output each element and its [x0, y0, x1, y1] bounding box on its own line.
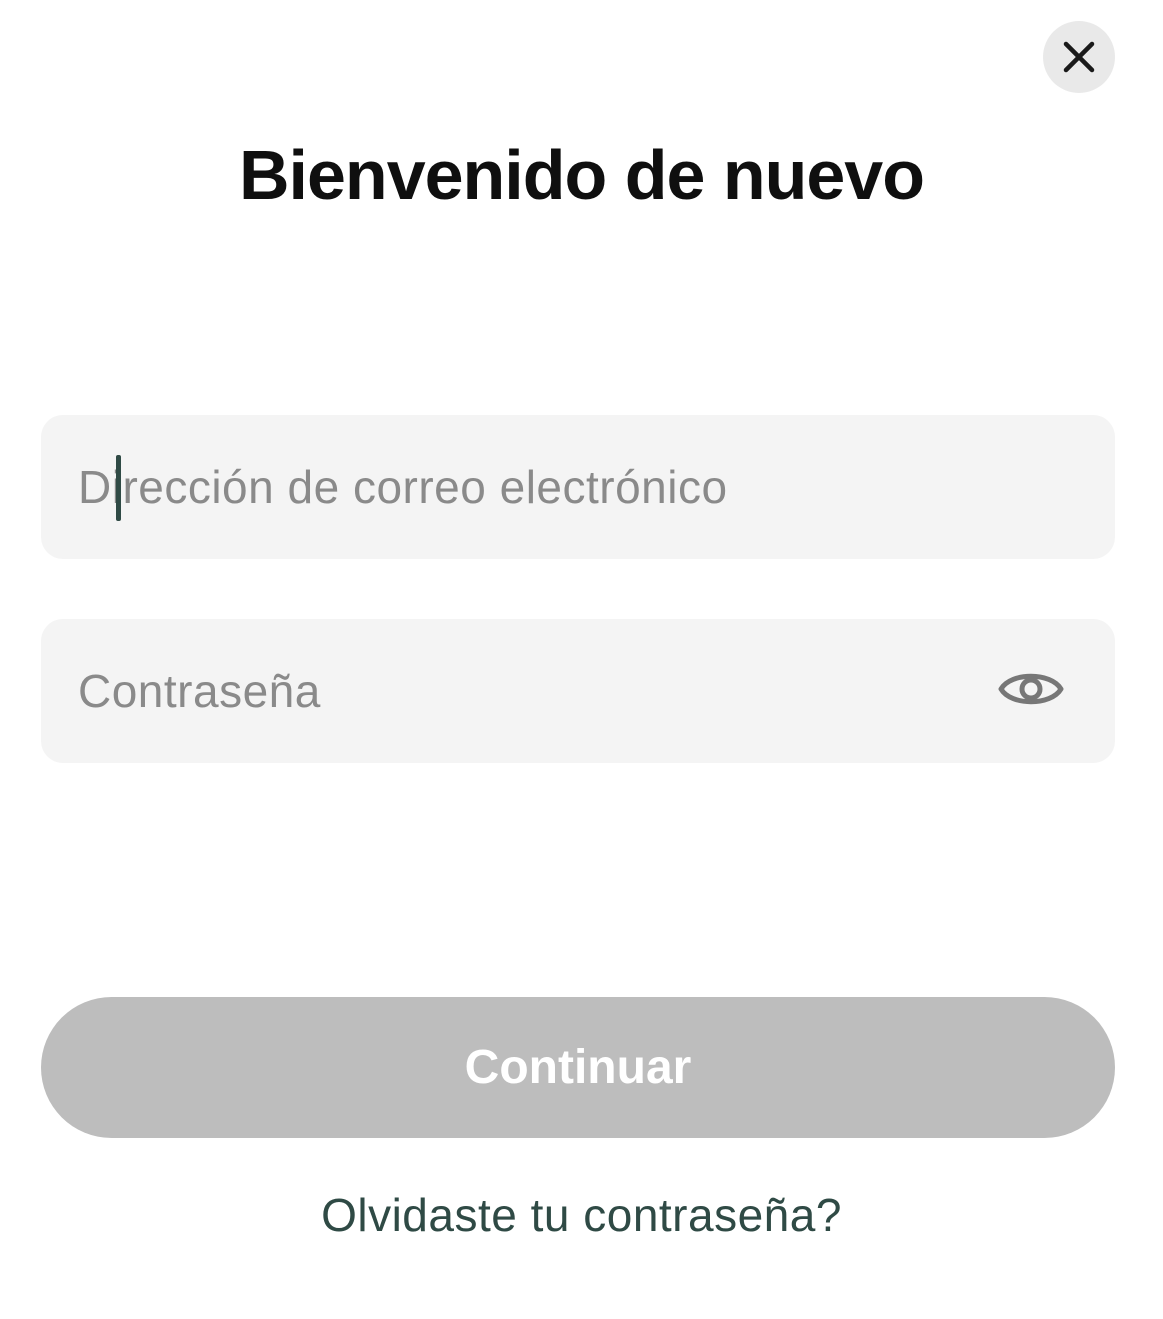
email-field[interactable]	[78, 415, 978, 559]
show-password-toggle[interactable]	[993, 659, 1069, 723]
password-field-container[interactable]	[41, 619, 1115, 763]
email-field-container[interactable]	[41, 415, 1115, 559]
password-field[interactable]	[78, 619, 978, 763]
eye-icon	[997, 664, 1065, 719]
continue-button[interactable]: Continuar	[41, 997, 1115, 1138]
text-cursor	[116, 455, 121, 521]
close-button[interactable]	[1043, 21, 1115, 93]
page-title: Bienvenido de nuevo	[239, 136, 925, 214]
forgot-password-link[interactable]: Olvidaste tu contraseña?	[0, 1185, 1163, 1245]
close-icon	[1062, 40, 1096, 74]
